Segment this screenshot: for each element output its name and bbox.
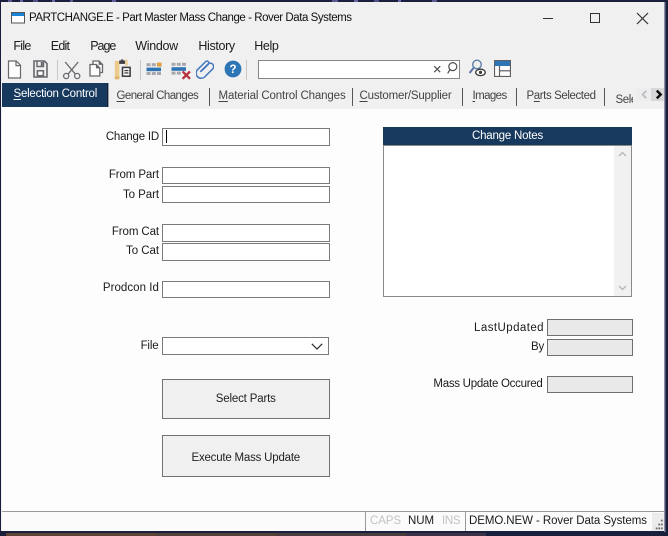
svg-text:?: ? <box>229 64 236 76</box>
